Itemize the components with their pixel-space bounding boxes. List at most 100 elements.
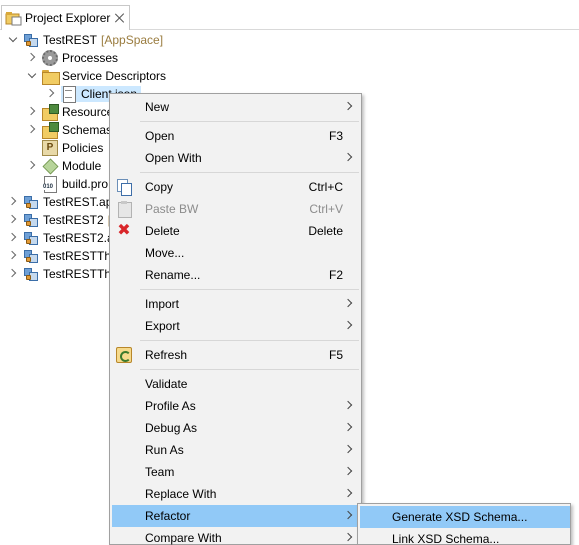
project-explorer-tab[interactable]: Project Explorer xyxy=(1,5,130,30)
collapse-chevron-icon[interactable] xyxy=(46,89,56,99)
file-icon xyxy=(61,86,77,103)
project-icon xyxy=(23,248,39,264)
menu-item-label: Refactor xyxy=(145,509,191,523)
menu-item-import[interactable]: Import xyxy=(112,293,361,315)
menu-item-compare-with[interactable]: Compare With xyxy=(112,527,361,545)
submenu-arrow-icon xyxy=(343,488,353,498)
menu-item-label: Replace With xyxy=(145,487,217,501)
menu-item-shortcut: F5 xyxy=(328,348,343,362)
menu-item-run-as[interactable]: Run As xyxy=(112,439,361,461)
menu-separator xyxy=(140,340,359,341)
menu-separator xyxy=(140,289,359,290)
collapse-chevron-icon[interactable] xyxy=(8,233,18,243)
menu-item-new[interactable]: New xyxy=(112,96,361,118)
menu-item-rename[interactable]: Rename... F2 xyxy=(112,264,361,286)
expand-chevron-icon[interactable] xyxy=(27,71,37,81)
collapse-chevron-icon[interactable] xyxy=(8,269,18,279)
collapse-chevron-icon[interactable] xyxy=(27,125,37,135)
menu-item-label: Copy xyxy=(145,180,174,194)
project-icon xyxy=(23,32,39,48)
tree-item-label: TestRESTThr xyxy=(43,249,116,263)
menu-item-label: Run As xyxy=(145,443,184,457)
menu-item-refactor[interactable]: Refactor xyxy=(112,505,361,527)
menu-separator xyxy=(140,121,359,122)
submenu-arrow-icon xyxy=(343,510,353,520)
menu-item-label: Open With xyxy=(145,151,202,165)
submenu-arrow-icon xyxy=(343,298,353,308)
menu-item-label: Move... xyxy=(145,246,185,260)
menu-item-label: Paste BW xyxy=(145,202,199,216)
tree-item-label: Module xyxy=(62,159,102,173)
menu-item-label: Profile As xyxy=(145,399,196,413)
tree-item-testrest2[interactable]: TestREST2 [A xyxy=(8,211,119,229)
tree-item-processes[interactable]: Processes xyxy=(27,49,118,67)
tree-item-testrestthreads-application[interactable]: TestRESTThr xyxy=(8,265,115,283)
tree-item-testrest[interactable]: TestREST [AppSpace] xyxy=(8,31,163,49)
menu-item-open[interactable]: Open F3 xyxy=(112,125,361,147)
context-menu: New Open F3 Open With Copy Ctrl+C Paste … xyxy=(109,93,362,545)
submenu-arrow-icon xyxy=(343,532,353,542)
tree-item-label: build.pro xyxy=(62,177,109,191)
tree-item-decoration: [AppSpace] xyxy=(101,33,164,47)
menu-item-validate[interactable]: Validate xyxy=(112,373,361,395)
tree-item-policies[interactable]: P Policies xyxy=(27,139,103,157)
resources-icon xyxy=(42,104,59,121)
tree-item-testrestthreads[interactable]: TestRESTThr xyxy=(8,247,115,265)
submenu-item-label: Generate XSD Schema... xyxy=(392,510,528,524)
menu-item-refresh[interactable]: Refresh F5 xyxy=(112,344,361,366)
menu-item-team[interactable]: Team xyxy=(112,461,361,483)
collapse-chevron-icon[interactable] xyxy=(27,53,37,63)
folder-icon xyxy=(42,68,60,85)
menu-item-profile-as[interactable]: Profile As xyxy=(112,395,361,417)
tree-item-module-descriptors[interactable]: Module xyxy=(27,157,101,175)
menu-item-export[interactable]: Export xyxy=(112,315,361,337)
submenu-arrow-icon xyxy=(343,101,353,111)
collapse-chevron-icon[interactable] xyxy=(8,215,18,225)
collapse-chevron-icon[interactable] xyxy=(27,161,37,171)
tree-item-service-descriptors[interactable]: Service Descriptors xyxy=(27,67,166,85)
expand-chevron-icon[interactable] xyxy=(8,35,18,45)
schemas-icon xyxy=(42,122,59,139)
tree-item-schemas[interactable]: Schemas xyxy=(27,121,112,139)
menu-item-open-with[interactable]: Open With xyxy=(112,147,361,169)
tree-item-label: TestREST xyxy=(43,33,98,47)
collapse-chevron-icon[interactable] xyxy=(8,251,18,261)
tree-item-testrest-application[interactable]: TestREST.app xyxy=(8,193,119,211)
close-icon[interactable] xyxy=(114,12,126,24)
project-explorer-icon xyxy=(5,10,23,26)
menu-item-label: Team xyxy=(145,465,175,479)
menu-item-paste-bw[interactable]: Paste BW Ctrl+V xyxy=(112,198,361,220)
menu-item-delete[interactable]: ✖ Delete Delete xyxy=(112,220,361,242)
menu-item-move[interactable]: Move... xyxy=(112,242,361,264)
refresh-icon xyxy=(116,347,132,363)
tree-item-build-properties[interactable]: build.pro xyxy=(27,175,108,193)
menu-item-shortcut: Ctrl+V xyxy=(309,202,343,216)
submenu-item-generate-xsd-schema[interactable]: Generate XSD Schema... xyxy=(360,506,570,528)
gear-folder-icon xyxy=(42,50,58,66)
module-icon xyxy=(42,158,58,174)
application-project-icon xyxy=(23,266,39,282)
collapse-chevron-icon[interactable] xyxy=(8,197,18,207)
menu-separator xyxy=(140,369,359,370)
submenu-item-link-xsd-schema[interactable]: Link XSD Schema... xyxy=(360,528,570,545)
tree-item-label: Schemas xyxy=(62,123,113,137)
menu-item-label: Delete xyxy=(145,224,180,238)
delete-icon: ✖ xyxy=(117,222,131,239)
submenu-arrow-icon xyxy=(343,320,353,330)
menu-item-label: Validate xyxy=(145,377,188,391)
binary-file-icon xyxy=(42,176,58,193)
project-icon xyxy=(23,212,39,228)
collapse-chevron-icon[interactable] xyxy=(27,107,37,117)
menu-item-debug-as[interactable]: Debug As xyxy=(112,417,361,439)
menu-item-shortcut: F3 xyxy=(328,129,343,143)
tree-item-testrest2-application[interactable]: TestREST2.ap xyxy=(8,229,120,247)
menu-item-label: Debug As xyxy=(145,421,198,435)
menu-item-copy[interactable]: Copy Ctrl+C xyxy=(112,176,361,198)
menu-item-label: Open xyxy=(145,129,175,143)
menu-item-replace-with[interactable]: Replace With xyxy=(112,483,361,505)
tree-item-label: Policies xyxy=(62,141,104,155)
tree-item-resources[interactable]: Resources xyxy=(27,103,119,121)
application-project-icon xyxy=(23,194,39,210)
tree-item-label: Service Descriptors xyxy=(62,69,167,83)
submenu-arrow-icon xyxy=(343,422,353,432)
